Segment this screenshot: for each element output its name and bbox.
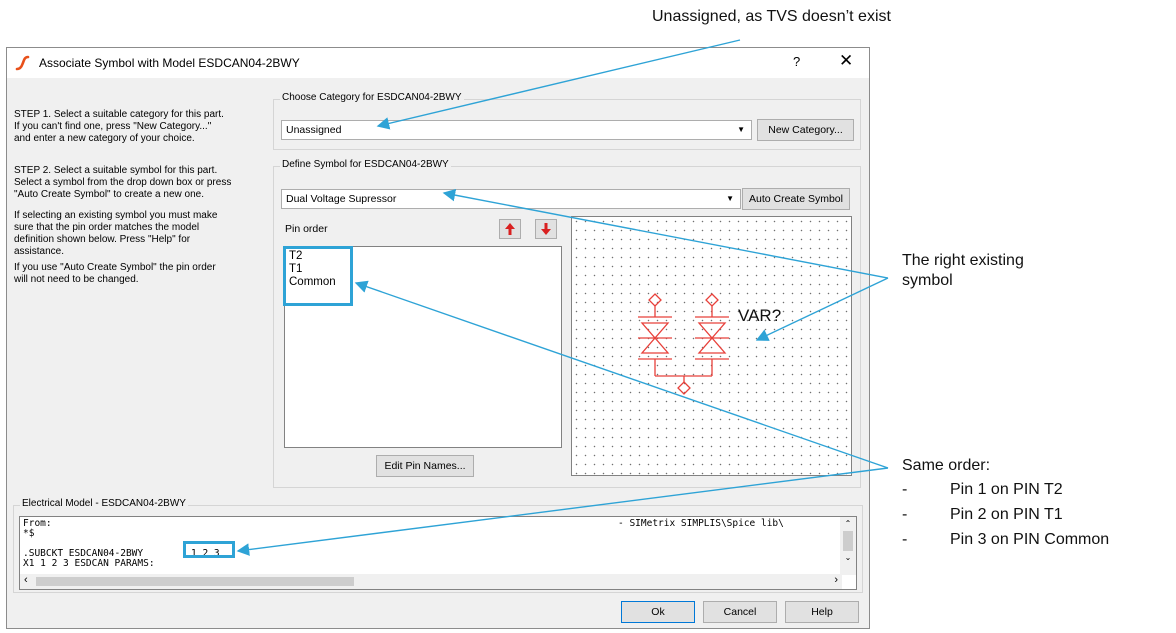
arrow-to-symbol-select: [442, 188, 889, 279]
arrow-to-pin-list: [354, 280, 889, 469]
arrow-to-pin-numbers: [236, 467, 889, 556]
arrow-to-category: [376, 39, 741, 130]
arrow-to-symbol-preview: [755, 277, 889, 341]
callout-arrows: [236, 39, 889, 556]
